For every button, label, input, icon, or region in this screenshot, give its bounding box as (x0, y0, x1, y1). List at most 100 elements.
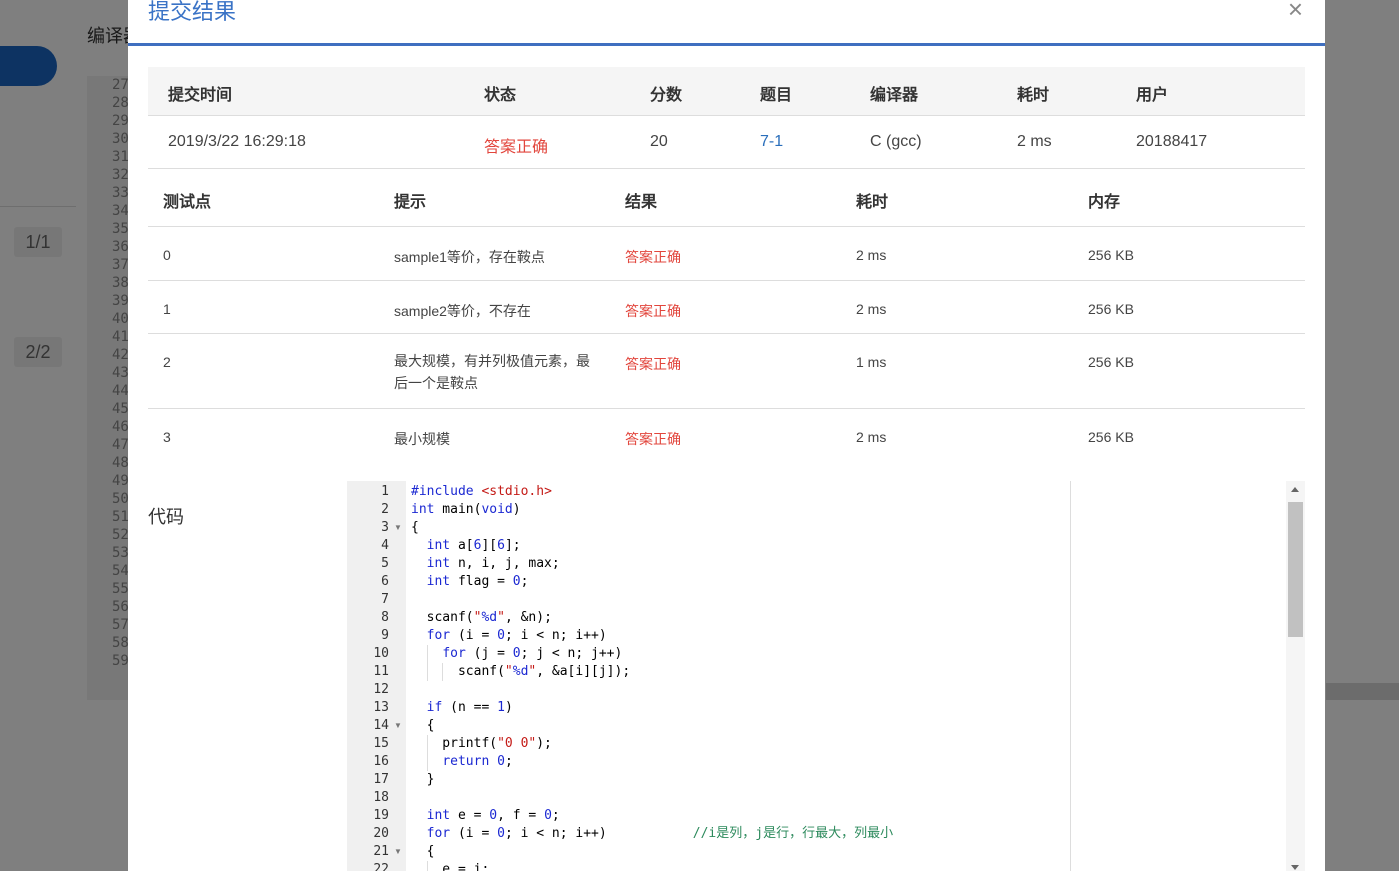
line-number: 22 (373, 862, 389, 871)
fold-toggle-icon[interactable]: ▼ (394, 847, 402, 856)
indent-guide (426, 645, 428, 663)
table-row: 2019/3/22 16:29:18 答案正确 20 7-1 C (gcc) 2… (148, 116, 1305, 169)
table-row: 0 sample1等价，存在鞍点 答案正确 2 ms 256 KB (148, 227, 1305, 281)
header-user: 用户 (1136, 87, 1169, 104)
case-duration: 1 ms (856, 354, 887, 370)
code-line: int a[6][6]; (426, 538, 521, 553)
submit-time: 2019/3/22 16:29:18 (168, 133, 306, 150)
test-cases-table: 测试点 提示 结果 耗时 内存 0 sample1等价，存在鞍点 答案正确 2 … (148, 170, 1305, 463)
code-line: scanf("%d", &n); (411, 610, 552, 625)
case-result: 答案正确 (625, 356, 681, 372)
code-line: { (411, 520, 419, 535)
header-hint: 提示 (394, 194, 427, 211)
line-number: 3 (381, 520, 389, 535)
line-number: 17 (373, 772, 389, 787)
line-number: 7 (381, 592, 389, 607)
header-score: 分数 (650, 87, 683, 104)
code-line: if (n == 1) (426, 700, 513, 715)
submission-result-modal: 提交结果 × 提交时间 状态 分数 题目 编译器 耗时 用户 2019/3/22… (128, 0, 1325, 871)
indent-guide (426, 753, 428, 771)
code-line: for (j = 0; j < n; j++) (442, 646, 623, 661)
case-hint: 最大规模，有并列极值元素，最后一个是鞍点 (394, 353, 590, 391)
case-result: 答案正确 (625, 249, 681, 265)
code-line: } (411, 772, 435, 787)
line-number: 5 (381, 556, 389, 571)
table-row: 2 最大规模，有并列极值元素，最后一个是鞍点 答案正确 1 ms 256 KB (148, 334, 1305, 409)
code-line: int main(void) (411, 502, 521, 517)
code-line: for (i = 0; i < n; i++) (426, 628, 607, 643)
code-line: { (411, 844, 435, 859)
line-number: 13 (373, 700, 389, 715)
code-line: int e = 0, f = 0; (426, 808, 560, 823)
submission-table-header: 提交时间 状态 分数 题目 编译器 耗时 用户 (148, 67, 1305, 116)
code-scrollbar[interactable] (1286, 481, 1305, 871)
case-memory: 256 KB (1088, 247, 1134, 263)
case-hint: sample1等价，存在鞍点 (394, 249, 545, 265)
indent-guide (426, 861, 428, 871)
header-case: 测试点 (163, 194, 212, 211)
case-id: 0 (163, 247, 171, 263)
case-duration: 2 ms (856, 301, 887, 317)
case-id: 3 (163, 429, 171, 445)
header-status: 状态 (484, 87, 517, 104)
header-problem: 题目 (760, 87, 793, 104)
indent-guide (442, 663, 444, 681)
indent-guide (426, 663, 428, 681)
case-result: 答案正确 (625, 303, 681, 319)
scroll-down-icon[interactable] (1291, 865, 1299, 870)
code-line: int flag = 0; (426, 574, 529, 589)
case-memory: 256 KB (1088, 354, 1134, 370)
header-compiler: 编译器 (870, 87, 919, 104)
header-result: 结果 (625, 194, 658, 211)
scrollbar-thumb[interactable] (1288, 502, 1303, 637)
case-id: 2 (163, 354, 171, 370)
code-line: for (i = 0; i < n; i++) //i是列，j是行，行最大，列最… (426, 826, 894, 841)
scroll-up-icon[interactable] (1291, 487, 1299, 492)
line-number: 4 (381, 538, 389, 553)
status-badge: 答案正确 (484, 139, 549, 156)
line-number: 14 (373, 718, 389, 733)
header-submit-time: 提交时间 (168, 87, 233, 104)
case-memory: 256 KB (1088, 301, 1134, 317)
code-line: scanf("%d", &a[i][j]); (411, 664, 631, 679)
modal-header-rule (128, 43, 1325, 46)
modal-title: 提交结果 (148, 0, 237, 24)
table-row: 1 sample2等价，不存在 答案正确 2 ms 256 KB (148, 281, 1305, 334)
duration-value: 2 ms (1017, 133, 1052, 150)
case-hint: 最小规模 (394, 431, 450, 447)
table-row: 3 最小规模 答案正确 2 ms 256 KB (148, 409, 1305, 463)
line-number: 15 (373, 736, 389, 751)
case-duration: 2 ms (856, 247, 887, 263)
line-number: 20 (373, 826, 389, 841)
code-label: 代码 (148, 507, 184, 527)
case-memory: 256 KB (1088, 429, 1134, 445)
code-line: e = i; (411, 862, 490, 871)
test-cases-header: 测试点 提示 结果 耗时 内存 (148, 170, 1305, 227)
case-result: 答案正确 (625, 431, 681, 447)
print-margin (1070, 481, 1071, 871)
submission-table: 提交时间 状态 分数 题目 编译器 耗时 用户 2019/3/22 16:29:… (148, 67, 1305, 169)
compiler-value: C (gcc) (870, 133, 922, 150)
case-duration: 2 ms (856, 429, 887, 445)
code-line: printf("0 0"); (411, 736, 552, 751)
user-value: 20188417 (1136, 133, 1208, 150)
code-line: { (411, 718, 435, 733)
code-line: int n, i, j, max; (426, 556, 560, 571)
close-icon[interactable]: × (1288, 0, 1303, 25)
line-number: 21 (373, 844, 389, 859)
header-memory: 内存 (1088, 194, 1121, 211)
indent-guide (426, 735, 428, 753)
line-number: 10 (373, 646, 389, 661)
code-editor[interactable]: 1 2 3 ▼ 4 5 6 7 8 9 10 11 12 13 14 ▼ 15 16 17 18 19 20 21 ▼ 22 #… (347, 481, 1305, 871)
header-duration: 耗时 (1017, 87, 1050, 104)
line-number: 9 (381, 628, 389, 643)
line-number: 11 (373, 664, 389, 679)
code-gutter: 1 2 3 ▼ 4 5 6 7 8 9 10 11 12 13 14 ▼ 15 16 17 18 19 20 21 ▼ 22 (347, 481, 406, 871)
case-id: 1 (163, 301, 171, 317)
fold-toggle-icon[interactable]: ▼ (394, 523, 402, 532)
problem-link[interactable]: 7-1 (760, 133, 783, 151)
line-number: 19 (373, 808, 389, 823)
line-number: 6 (381, 574, 389, 589)
fold-toggle-icon[interactable]: ▼ (394, 721, 402, 730)
line-number: 8 (381, 610, 389, 625)
